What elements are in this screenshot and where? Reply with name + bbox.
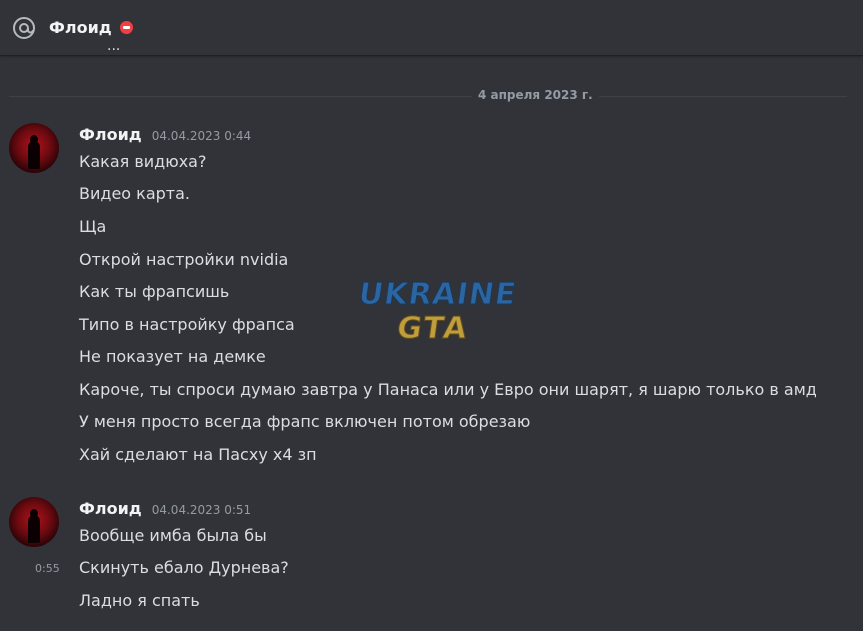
message-line: Видео карта. (79, 184, 190, 203)
partial-previous-message: ... (107, 44, 121, 54)
message-line: Скинуть ебало Дурнева? (79, 558, 289, 577)
hover-timestamp: 0:55 (35, 562, 60, 575)
message-author[interactable]: Флоид (79, 125, 142, 144)
avatar[interactable] (9, 123, 59, 173)
message-line: Открой настройки nvidia (79, 250, 289, 269)
watermark-logo: UKRAINE GTA (347, 277, 523, 356)
message-line: Ща (79, 217, 107, 236)
message-timestamp: 04.04.2023 0:51 (151, 503, 252, 517)
message-line: Какая видюха? (79, 152, 207, 171)
message-timestamp: 04.04.2023 0:44 (151, 129, 252, 143)
message-header: Флоид 04.04.2023 0:44 (79, 125, 251, 144)
message-line: Хай сделают на Пасху х4 зп (79, 445, 317, 464)
watermark-line-2: GTA (394, 311, 472, 347)
watermark-line-1: UKRAINE (356, 277, 520, 313)
message-header: Флоид 04.04.2023 0:51 (79, 499, 251, 518)
message-line: Типо в настройку фрапса (79, 315, 295, 334)
message-line: Ладно я спать (79, 591, 200, 610)
message-line: Вообще имба была бы (79, 526, 267, 545)
dm-username[interactable]: Флоид (49, 18, 112, 37)
at-sign-icon (11, 15, 37, 41)
do-not-disturb-status-icon (119, 21, 133, 34)
message-line: У меня просто всегда фрапс включен потом… (79, 412, 531, 431)
message-line: Не показует на демке (79, 347, 266, 366)
date-divider-line (9, 96, 847, 97)
date-divider-label: 4 апреля 2023 г. (472, 88, 599, 102)
message-author[interactable]: Флоид (79, 499, 142, 518)
message-line: Кароче, ты спроси думаю завтра у Панаса … (79, 380, 817, 399)
avatar[interactable] (9, 497, 59, 547)
message-line: Как ты фрапсишь (79, 282, 230, 301)
